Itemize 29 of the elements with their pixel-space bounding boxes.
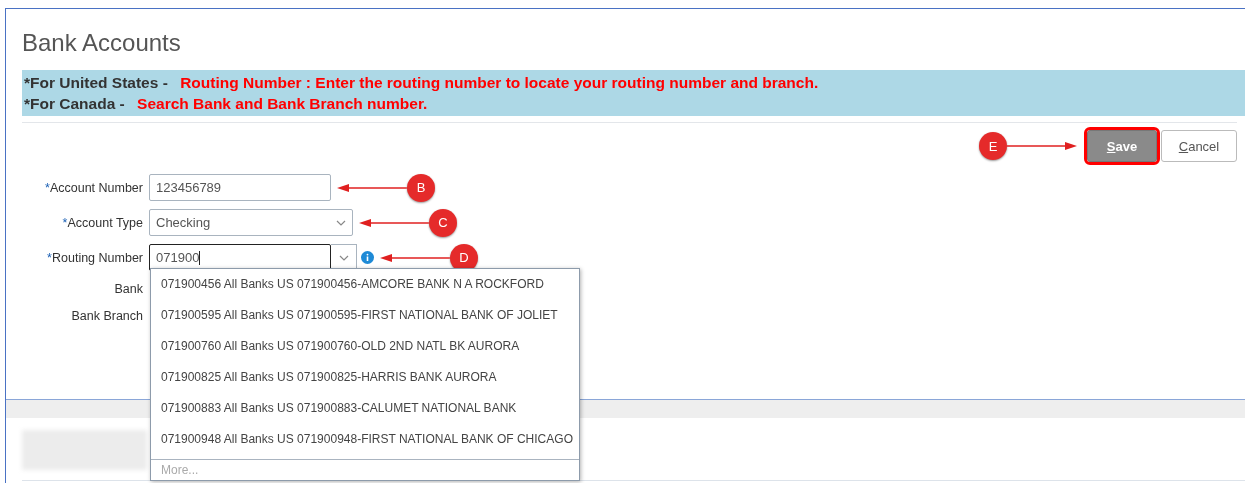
dropdown-option[interactable]: 071900456 All Banks US 071900456-AMCORE BANK N A ROCKFORD <box>151 269 579 300</box>
field-label: Bank Branch <box>70 308 143 323</box>
arrow-icon <box>337 182 407 193</box>
callout-badge: C <box>429 208 457 237</box>
notice-region: *For United States - <box>24 74 169 91</box>
page-title: Bank Accounts <box>21 28 182 58</box>
dropdown-option[interactable]: 071900948 All Banks US 071900948-FIRST NATIONAL BANK OF CHICAGO <box>151 424 579 455</box>
account-type-dropdown[interactable]: Checking <box>149 209 353 236</box>
cancel-button[interactable]: Cancel <box>1161 130 1237 162</box>
account-number-field[interactable]: 123456789 <box>149 174 331 201</box>
arrow-icon <box>359 217 429 228</box>
dropdown-option[interactable]: 071900825 All Banks US 071900825-HARRIS BANK AURORA <box>151 362 579 393</box>
info-icon[interactable] <box>361 251 374 264</box>
field-label: Bank <box>113 281 143 296</box>
notice-text: Routing Number : Enter the routing number to locate your routing number and branch. <box>180 74 819 91</box>
chevron-down-icon <box>336 219 346 226</box>
dropdown-option[interactable]: 071900760 All Banks US 071900760-OLD 2ND NATL BK AURORA <box>151 331 579 362</box>
arrow-icon <box>1007 141 1077 151</box>
arrow-icon <box>380 252 450 263</box>
field-label: *Account Type <box>61 215 143 230</box>
dropdown-option[interactable]: 071900883 All Banks US 071900883-CALUMET NATIONAL BANK <box>151 393 579 424</box>
field-label: *Account Number <box>44 180 143 195</box>
dropdown-option[interactable]: 071900595 All Banks US 071900595-FIRST NATIONAL BANK OF JOLIET <box>151 300 579 331</box>
callout-badge: B <box>407 173 435 202</box>
callout-badge: E <box>979 132 1007 160</box>
chevron-down-icon <box>338 254 349 261</box>
notice-text: Search Bank and Bank Branch number. <box>137 95 428 112</box>
field-label: *Routing Number <box>46 250 143 265</box>
notice-region: *For Canada - <box>24 95 126 112</box>
